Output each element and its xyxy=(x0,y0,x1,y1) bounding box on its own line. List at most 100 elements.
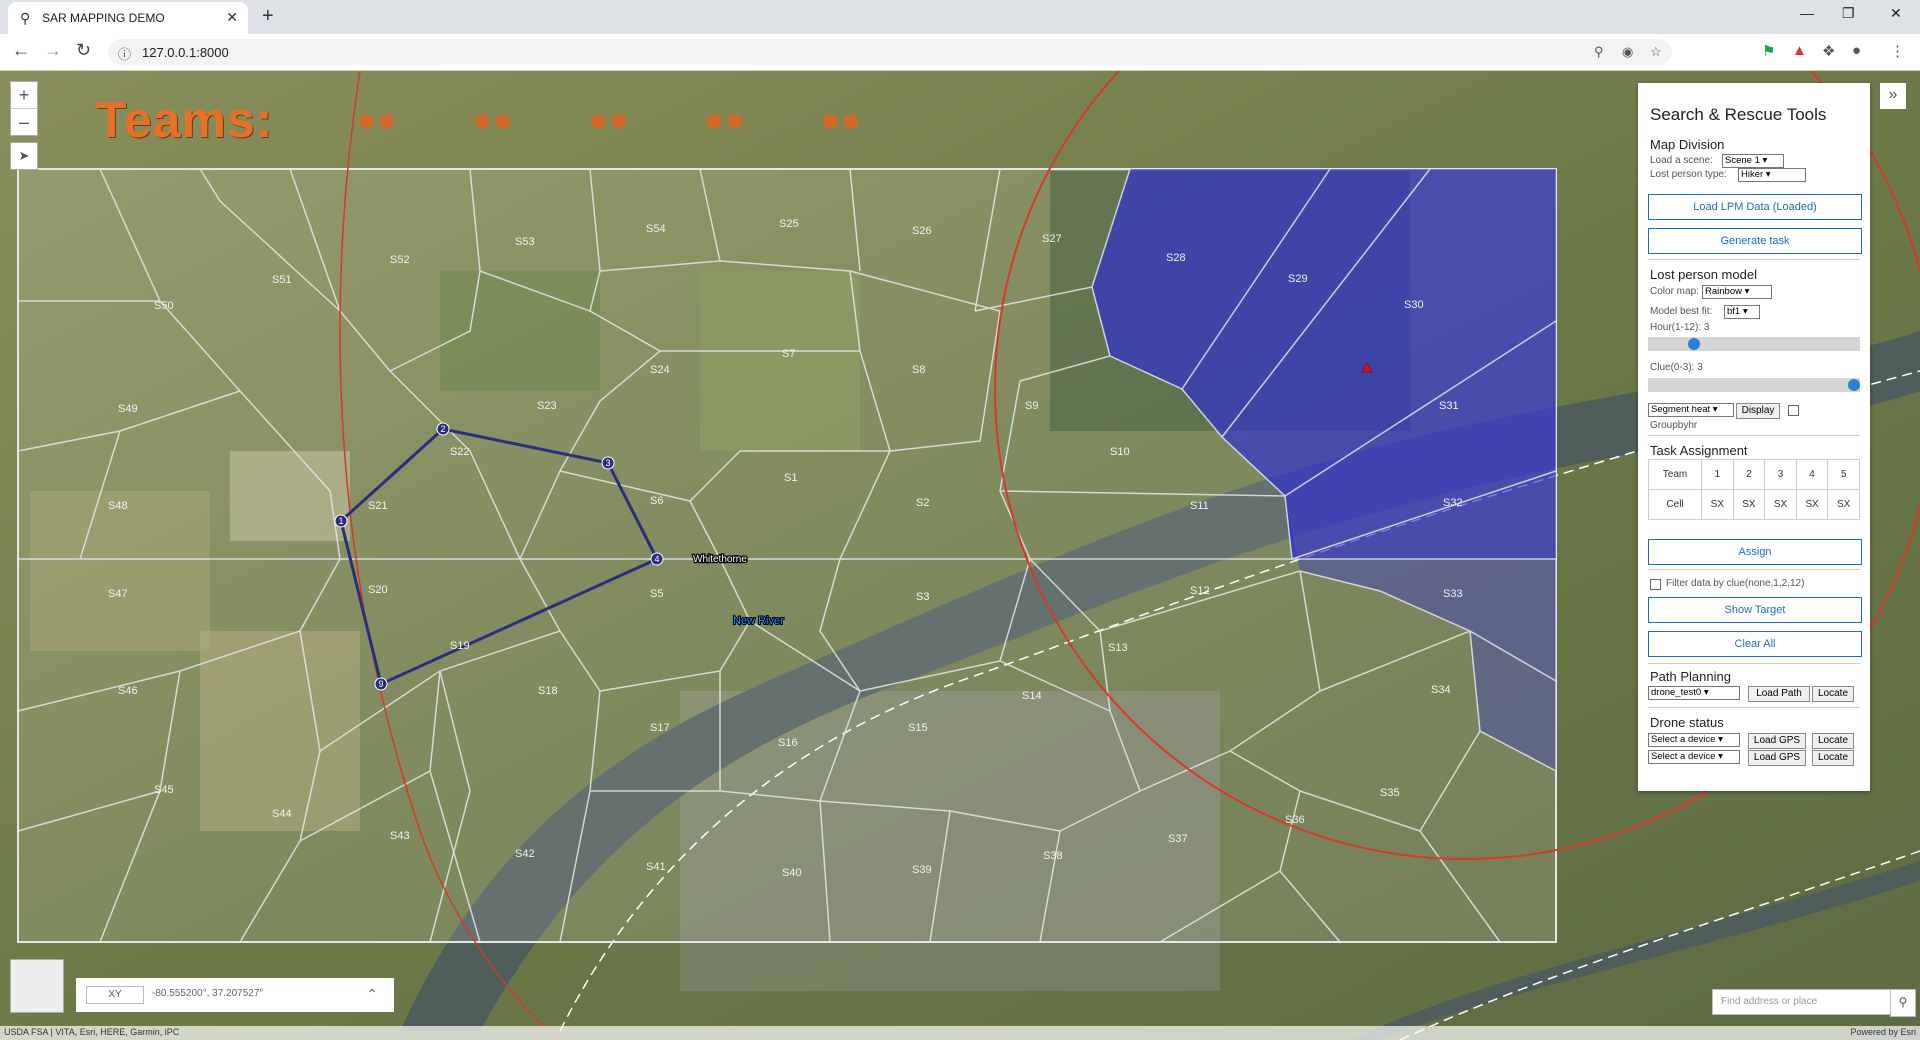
cell-label: S26 xyxy=(912,225,932,237)
chevron-up-icon[interactable]: ⌃ xyxy=(366,986,378,1003)
path-locate-button[interactable]: Locate xyxy=(1812,686,1854,702)
show-target-button[interactable]: Show Target xyxy=(1648,597,1862,623)
team-icon-5[interactable]: ●● xyxy=(820,101,861,140)
drone-locate-button[interactable]: Locate xyxy=(1812,750,1854,766)
team-icon-3[interactable]: ●● xyxy=(588,101,629,140)
best-fit-select[interactable]: bf1 xyxy=(1724,305,1760,319)
lost-person-type-select[interactable]: Hiker xyxy=(1738,168,1806,182)
cell-assignment[interactable]: SX xyxy=(1701,489,1734,520)
minimize-icon[interactable]: — xyxy=(1800,5,1814,21)
xy-toggle[interactable]: XY xyxy=(86,986,144,1004)
panel-title: Search & Rescue Tools xyxy=(1650,105,1827,124)
address-bar[interactable]: ⓘ 127.0.0.1:8000 ⚲ ◉ ☆ xyxy=(108,39,1672,65)
assign-button[interactable]: Assign xyxy=(1648,539,1862,565)
attribution-text: USDA FSA | VITA, Esri, HERE, Garmin, iPC xyxy=(4,1027,180,1037)
cell-label: S42 xyxy=(515,848,535,860)
cell-label: S1 xyxy=(784,472,797,484)
forward-icon[interactable]: → xyxy=(44,40,62,61)
extension-flag-icon[interactable]: ⚑ xyxy=(1762,42,1775,60)
scene-select[interactable]: Scene 1 xyxy=(1722,154,1784,168)
cell-assignment[interactable]: SX xyxy=(1764,489,1797,520)
cell-label: S14 xyxy=(1022,690,1042,702)
hour-slider[interactable] xyxy=(1648,337,1860,351)
cell-label: S41 xyxy=(646,861,666,873)
path-select[interactable]: drone_test0 xyxy=(1648,686,1740,700)
cell-label: S9 xyxy=(1025,400,1038,412)
cell-label: S17 xyxy=(650,722,670,734)
cell-label: S22 xyxy=(450,446,470,458)
clear-all-button[interactable]: Clear All xyxy=(1648,631,1862,657)
window-close-icon[interactable]: ✕ xyxy=(1890,5,1902,22)
tab-title: SAR MAPPING DEMO xyxy=(42,11,165,25)
menu-icon[interactable]: ⋮ xyxy=(1890,42,1905,60)
info-icon[interactable]: ⓘ xyxy=(118,44,131,63)
team-icon-1[interactable]: ●● xyxy=(356,101,397,140)
lost-person-type-label: Lost person type: xyxy=(1650,169,1727,180)
cell-label: S44 xyxy=(272,808,292,820)
cell-assignment[interactable]: SX xyxy=(1795,489,1829,520)
cell-assignment[interactable]: SX xyxy=(1827,489,1860,520)
zoom-icon[interactable]: ⚲ xyxy=(1594,44,1604,60)
color-map-select[interactable]: Rainbow xyxy=(1702,285,1772,299)
cell-row-label: Cell xyxy=(1647,489,1703,520)
path-point-label: 9 xyxy=(378,679,383,689)
zoom-out-icon[interactable]: – xyxy=(11,109,37,135)
coordinate-readout: -80.555200°, 37.207527° xyxy=(152,988,264,999)
extension-megaphone-icon[interactable]: ▲ xyxy=(1792,42,1807,59)
search-box[interactable]: Find address or place xyxy=(1712,989,1892,1015)
eye-off-icon[interactable]: ◉ xyxy=(1622,44,1633,60)
cell-label: S3 xyxy=(916,591,929,603)
avatar[interactable]: ● xyxy=(1852,42,1861,59)
load-lpm-button[interactable]: Load LPM Data (Loaded) xyxy=(1648,194,1862,220)
new-tab-icon[interactable]: + xyxy=(262,5,274,28)
cell-label: S25 xyxy=(779,218,799,230)
restore-icon[interactable]: ❐ xyxy=(1842,5,1855,22)
load-path-button[interactable]: Load Path xyxy=(1748,686,1810,702)
drone-device-select[interactable]: Select a device xyxy=(1648,733,1740,747)
compass-icon[interactable]: ➤ xyxy=(10,142,38,170)
cell-label: S37 xyxy=(1168,833,1188,845)
cell-label: S45 xyxy=(154,784,174,796)
map-view[interactable]: S1 S2 S3 S5 S6 S7 S8 S9 S10 S11 S12 S13 … xyxy=(0,71,1920,1040)
drone-locate-button[interactable]: Locate xyxy=(1812,733,1854,749)
divider xyxy=(1648,259,1860,260)
groupbyhr-checkbox[interactable] xyxy=(1788,405,1799,416)
browser-tab[interactable]: ⚲ SAR MAPPING DEMO ✕ xyxy=(8,2,248,34)
load-gps-button[interactable]: Load GPS xyxy=(1748,750,1806,766)
heat-select[interactable]: Segment heat xyxy=(1648,403,1734,417)
drone-device-select[interactable]: Select a device xyxy=(1648,750,1740,764)
divider xyxy=(1648,569,1860,570)
basemap-toggle[interactable] xyxy=(10,959,64,1013)
zoom-in-icon[interactable]: + xyxy=(11,82,37,109)
puzzle-icon[interactable]: ❖ xyxy=(1822,42,1835,60)
collapse-panel-icon[interactable]: » xyxy=(1880,83,1906,109)
cell-label: S34 xyxy=(1431,684,1451,696)
cell-label: S11 xyxy=(1190,500,1209,512)
cell-label: S8 xyxy=(912,364,925,376)
team-icon-4[interactable]: ●● xyxy=(704,101,745,140)
cell-label: S20 xyxy=(368,584,388,596)
clue-slider[interactable] xyxy=(1648,378,1860,392)
cell-row: Cell SX SX SX SX SX xyxy=(1647,489,1860,520)
zoom-control: + – xyxy=(10,81,38,136)
generate-task-button[interactable]: Generate task xyxy=(1648,228,1862,254)
satellite-map: S1 S2 S3 S5 S6 S7 S8 S9 S10 S11 S12 S13 … xyxy=(0,71,1920,1040)
cell-label: S12 xyxy=(1190,585,1210,597)
cell-label: S47 xyxy=(108,588,128,600)
filter-clue-checkbox[interactable] xyxy=(1650,579,1661,590)
star-icon[interactable]: ☆ xyxy=(1650,44,1662,60)
search-icon[interactable]: ⚲ xyxy=(1890,989,1916,1017)
close-tab-icon[interactable]: ✕ xyxy=(226,9,238,26)
hour-label: Hour(1-12): 3 xyxy=(1650,322,1710,333)
hour-slider-knob[interactable] xyxy=(1688,338,1700,350)
back-icon[interactable]: ← xyxy=(12,40,30,61)
clue-slider-knob[interactable] xyxy=(1848,379,1860,391)
best-fit-label: Model best fit: xyxy=(1650,306,1713,317)
reload-icon[interactable]: ↻ xyxy=(76,40,91,61)
drone-status-heading: Drone status xyxy=(1650,715,1724,730)
load-gps-button[interactable]: Load GPS xyxy=(1748,733,1806,749)
display-button[interactable]: Display xyxy=(1736,403,1780,419)
cell-assignment[interactable]: SX xyxy=(1732,489,1766,520)
team-header-cell: 2 xyxy=(1732,459,1766,490)
team-icon-2[interactable]: ●● xyxy=(472,101,513,140)
